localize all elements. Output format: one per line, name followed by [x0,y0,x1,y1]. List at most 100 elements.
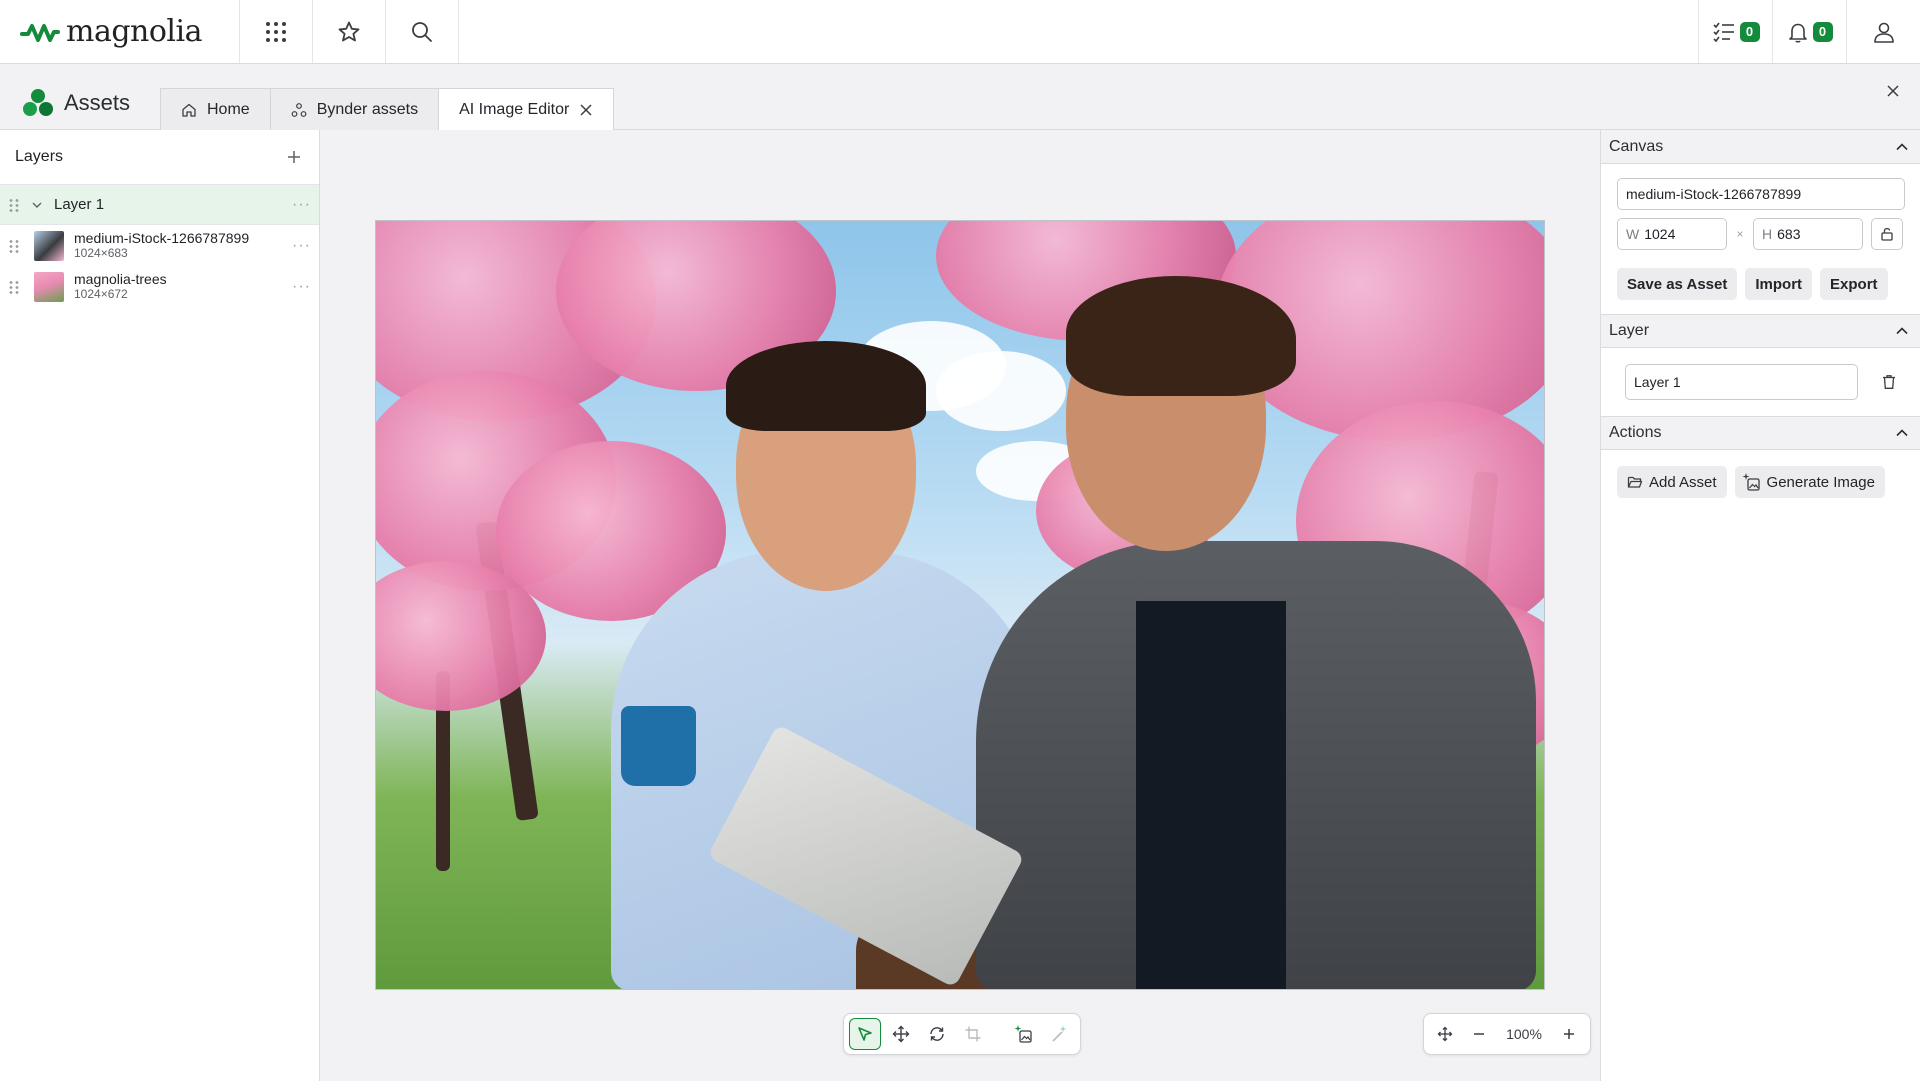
layer-name-value: Layer 1 [1634,374,1681,390]
search-icon [412,21,432,42]
layer-section-header[interactable]: Layer [1601,314,1920,348]
magnolia-logo[interactable]: magnolia [0,0,240,63]
tab-home[interactable]: Home [160,88,271,130]
brand-name: magnolia [66,14,203,49]
aspect-lock-button[interactable] [1871,218,1903,250]
tasks-count-badge: 0 [1739,21,1760,42]
move-arrows-icon [892,1025,910,1043]
notifications-count-badge: 0 [1812,21,1833,42]
ai-image-icon [1014,1025,1032,1043]
blue-mug [621,706,696,786]
top-bar: magnolia 0 0 [0,0,1920,64]
chevron-down-icon[interactable] [30,198,44,212]
zoom-out-button[interactable] [1466,1021,1492,1047]
user-menu-button[interactable] [1846,0,1920,63]
magic-wand-icon [1052,1025,1067,1042]
height-prefix: H [1762,226,1773,242]
layer-item-more-icon[interactable]: ··· [292,278,319,296]
tab-bynder-assets[interactable]: Bynder assets [269,88,440,130]
app-launcher-button[interactable] [240,0,313,63]
layer-section-title: Layer [1609,322,1650,339]
minus-icon [1474,1033,1484,1035]
layer-item[interactable]: medium-iStock-1266787899 1024×683 ··· [0,225,319,266]
favorites-button[interactable] [313,0,386,63]
layer-item-size: 1024×683 [74,245,128,260]
delete-layer-button[interactable] [1874,367,1904,397]
ai-image-icon [1742,473,1760,491]
tab-ai-image-editor[interactable]: AI Image Editor [438,88,615,131]
chevron-up-icon [1896,142,1908,150]
cloud-shape [936,351,1066,431]
canvas-name-field[interactable]: medium-iStock-1266787899 [1617,178,1905,210]
crop-tool-button[interactable] [957,1018,989,1050]
save-as-asset-button[interactable]: Save as Asset [1617,268,1738,300]
layer-group-name: Layer 1 [54,196,105,213]
top-bar-spacer [459,0,1698,63]
height-field[interactable]: H 683 [1753,218,1863,250]
ai-image-tool-button[interactable] [1007,1018,1039,1050]
zoom-in-button[interactable] [1556,1021,1582,1047]
layers-header: Layers [0,130,319,185]
layer-item[interactable]: magnolia-trees 1024×672 ··· [0,266,319,307]
layer-section-body: Layer 1 [1601,348,1920,416]
tab-home-label: Home [207,100,250,118]
bell-icon [1788,23,1807,43]
close-app-button[interactable] [1886,84,1900,103]
rotate-tool-button[interactable] [921,1018,953,1050]
add-layer-button[interactable] [279,142,309,172]
rotate-icon [930,1027,944,1041]
export-button[interactable]: Export [1820,268,1888,300]
fit-to-screen-button[interactable] [1432,1021,1458,1047]
home-icon [182,103,196,117]
plus-icon [288,151,300,163]
actions-section-body: Add Asset Generate Image [1601,450,1920,514]
select-tool-button[interactable] [849,1018,881,1050]
canvas-name-value: medium-iStock-1266787899 [1626,186,1802,202]
width-value: 1024 [1644,226,1676,242]
generate-image-button[interactable]: Generate Image [1734,466,1885,498]
layer-item-more-icon[interactable]: ··· [292,237,319,255]
search-button[interactable] [386,0,459,63]
add-asset-button[interactable]: Add Asset [1617,466,1727,498]
tab-bar: Home Bynder assets AI Image Editor [160,88,615,131]
ai-magic-tool-button[interactable] [1043,1018,1075,1050]
layer-group-row[interactable]: Layer 1 ··· [0,185,319,225]
app-title: Assets [22,88,130,118]
generate-image-label: Generate Image [1766,473,1875,491]
person-left-hair [726,341,926,431]
tasks-button[interactable]: 0 [1698,0,1772,63]
notifications-button[interactable]: 0 [1772,0,1846,63]
canvas-section-header[interactable]: Canvas [1601,130,1920,164]
drag-handle-icon[interactable] [8,279,20,294]
layer-name-field[interactable]: Layer 1 [1625,364,1859,400]
width-field[interactable]: W 1024 [1617,218,1727,250]
canvas-image[interactable] [375,220,1545,990]
actions-section-header[interactable]: Actions [1601,416,1920,450]
person-right-hair [1066,276,1296,396]
close-tab-icon[interactable] [579,103,593,117]
move-tool-button[interactable] [885,1018,917,1050]
crop-icon [965,1026,981,1042]
unlock-icon [1881,227,1893,241]
nodes-icon [291,102,307,117]
person-right-shirt [1136,601,1286,989]
layer-item-size: 1024×672 [74,286,128,301]
chevron-up-icon [1896,327,1908,335]
layer-group-more-icon[interactable]: ··· [292,196,319,214]
drag-handle-icon[interactable] [8,238,20,253]
layer-item-text: medium-iStock-1266787899 1024×683 [74,230,292,261]
app-header: Assets Home Bynder assets AI Image Edito… [0,64,1920,131]
canvas-section-title: Canvas [1609,137,1664,155]
zoom-controls: 100% [1423,1013,1591,1055]
tab-ai-image-editor-label: AI Image Editor [459,101,570,118]
trash-icon [1883,375,1896,389]
layer-item-name: magnolia-trees [74,270,167,287]
assets-app-icon [23,89,53,116]
drag-handle-icon[interactable] [8,197,20,212]
actions-section-title: Actions [1609,424,1662,441]
canvas-area[interactable]: 100% [320,130,1600,1081]
height-value: 683 [1777,226,1801,242]
properties-panel: Canvas medium-iStock-1266787899 W 1024 ×… [1600,130,1920,1081]
import-button[interactable]: Import [1745,268,1813,300]
folder-open-icon [1627,476,1643,488]
